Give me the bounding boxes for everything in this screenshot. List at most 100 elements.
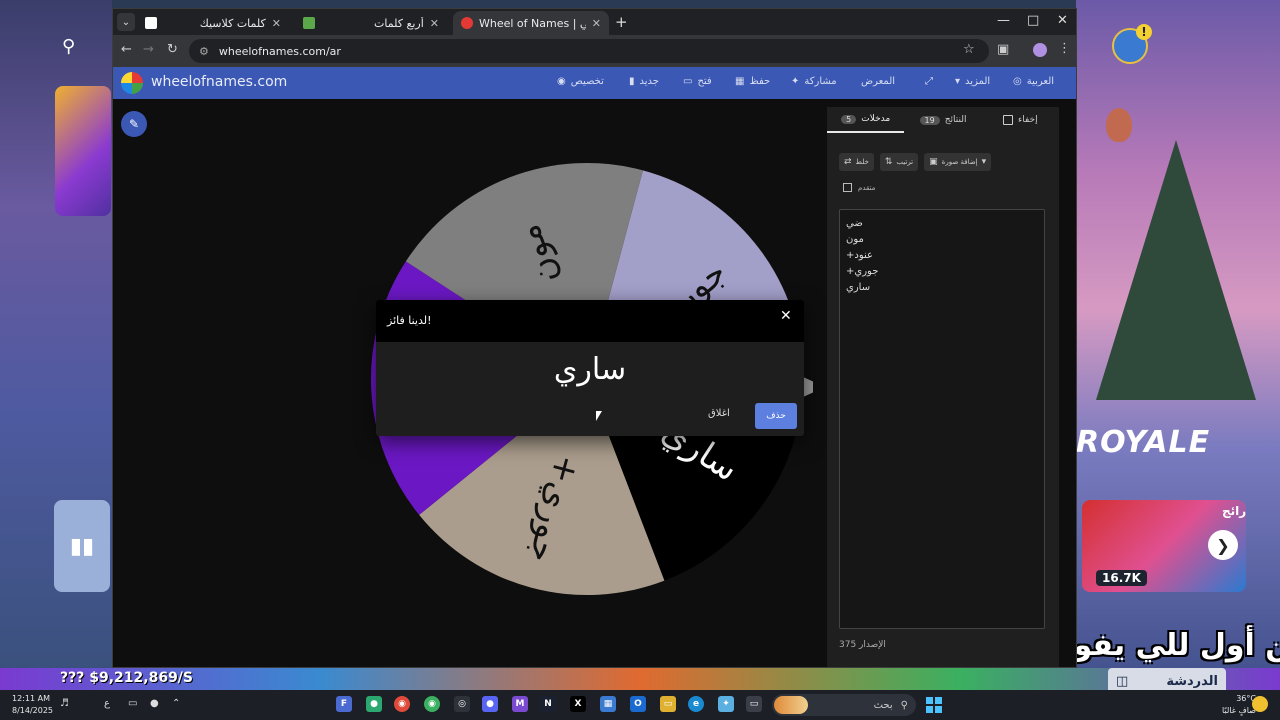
menu-customize[interactable]: ◉ تخصيص	[557, 76, 604, 87]
tab-results[interactable]: 19 النتائج	[904, 107, 981, 133]
app-header: wheelofnames.com ◉ تخصيص ▮ جديد ▭ فتح ▦ …	[113, 67, 1076, 99]
chat-icon: ◫	[1116, 673, 1129, 689]
tab-title: كلمات كلاسيك	[199, 16, 266, 30]
language-indicator[interactable]: ع	[104, 698, 110, 709]
profile-avatar[interactable]	[1033, 43, 1047, 57]
tab-entries[interactable]: 5 مدخلات	[827, 107, 905, 133]
entries-controls: ⇄ خلط ⇅ ترتيب ▣ إضافة صورة ▾	[839, 153, 992, 171]
tab-hide[interactable]: إخفاء	[982, 107, 1059, 133]
back-icon[interactable]: ←	[121, 42, 132, 57]
screen: ⚲ ▮▮ ROYALE رائج 16.7K ❯ ! ??? $9,212,86…	[0, 0, 1280, 720]
tree-graphic	[1096, 140, 1256, 400]
search-icon[interactable]: ⚲	[62, 36, 75, 57]
folder-icon: ▭	[683, 76, 693, 87]
menu-more[interactable]: ▾ المزيد	[955, 76, 990, 87]
chrome-icon[interactable]: ◉	[394, 696, 410, 712]
logo-icon[interactable]	[121, 72, 143, 94]
close-icon[interactable]: ✕	[272, 17, 281, 30]
url-text: wheelofnames.com/ar	[218, 44, 341, 58]
bookmark-star-icon[interactable]: ☆	[963, 42, 975, 57]
weather-temp: 36°C	[1236, 694, 1256, 703]
image-icon: ▣	[929, 157, 938, 167]
obs-icon[interactable]: ◎	[454, 696, 470, 712]
maximize-icon[interactable]: □	[1027, 13, 1039, 28]
copilot-icon[interactable]: ✦	[718, 696, 734, 712]
save-icon: ▦	[735, 76, 745, 87]
balloon-icon	[1106, 108, 1132, 142]
tab-wheel-of-names[interactable]: Wheel of Names | مسم العشوائي ✕	[453, 11, 609, 35]
mic-icon[interactable]: ●	[150, 698, 159, 709]
file-icon: ▮	[629, 76, 635, 87]
winner-name: ساري	[553, 352, 627, 387]
tab-four-words[interactable]: أربع كلمات ✕	[295, 11, 447, 35]
extensions-icon[interactable]: ▣	[997, 42, 1009, 57]
close-icon[interactable]: ✕	[592, 17, 601, 30]
weather-sun-icon	[1252, 696, 1268, 712]
promo-count: 16.7K	[1096, 570, 1147, 586]
outlook-icon[interactable]: O	[630, 696, 646, 712]
reload-icon[interactable]: ↻	[167, 42, 178, 57]
caret-down-icon: ▾	[981, 157, 987, 167]
x-icon[interactable]: X	[570, 696, 586, 712]
menu-open[interactable]: ▭ فتح	[683, 76, 712, 87]
menu-new[interactable]: ▮ جديد	[629, 76, 659, 87]
library-icon[interactable]: ▮▮	[54, 500, 110, 592]
ticker-text: ??? $9,212,869/S	[60, 670, 193, 686]
volume-icon[interactable]: ♬	[60, 698, 69, 709]
logo-text[interactable]: wheelofnames.com	[151, 74, 287, 90]
dialog-title: لدينا فائز!	[387, 314, 432, 327]
clock-date: 8/14/2025	[12, 706, 54, 715]
hide-checkbox[interactable]	[1003, 115, 1014, 125]
tab-search-icon[interactable]: ⌄	[117, 13, 135, 31]
close-icon[interactable]: ✕	[780, 308, 792, 324]
close-icon[interactable]: ✕	[430, 17, 439, 30]
news-icon[interactable]: N	[540, 696, 556, 712]
windows-start-icon[interactable]	[926, 697, 942, 713]
wheel-pointer	[803, 377, 813, 397]
chevron-right-icon[interactable]: ❯	[1208, 530, 1238, 560]
sort-button[interactable]: ⇅ ترتيب	[879, 153, 919, 171]
file-explorer-icon[interactable]: ▭	[660, 696, 676, 712]
version-label: الإصدار 375	[839, 640, 886, 650]
add-image-button[interactable]: ▣ إضافة صورة ▾	[924, 153, 992, 171]
minimize-icon[interactable]: —	[997, 13, 1010, 28]
task-view-icon[interactable]: ▭	[746, 696, 762, 712]
palette-icon: ◉	[557, 76, 566, 87]
app-icon-messenger[interactable]: ●	[366, 696, 382, 712]
taskbar-search[interactable]: بحث ⚲	[772, 694, 916, 716]
display-icon[interactable]: ▭	[128, 698, 137, 709]
advanced-checkbox[interactable]	[843, 183, 852, 192]
new-tab-icon[interactable]: +	[615, 13, 628, 31]
tray-chevron-icon[interactable]: ⌃	[172, 698, 180, 709]
remove-button[interactable]: حذف	[755, 403, 797, 429]
menu-share[interactable]: ✦ مشاركة	[791, 76, 837, 87]
tab-classic-words[interactable]: كلمات كلاسيك ✕	[137, 11, 289, 35]
entries-textarea[interactable]: ضي مون +عنود +جوري ساري	[839, 209, 1045, 629]
edge-icon[interactable]: e	[688, 696, 704, 712]
window-close-icon[interactable]: ✕	[1057, 13, 1068, 28]
menu-kebab-icon[interactable]: ⋮	[1058, 41, 1071, 56]
taskbar: 12:11 AM 8/14/2025 ♬ ع ▭ ● ⌃ F ● ◉ ◉ ◎ ●…	[0, 690, 1280, 720]
dialog-header: لدينا فائز! ✕	[376, 300, 804, 342]
chrome-profile-icon[interactable]: ◉	[424, 696, 440, 712]
game-thumbnail[interactable]	[55, 86, 111, 216]
sort-icon: ⇅	[884, 157, 893, 167]
menu-save[interactable]: ▦ حفظ	[735, 76, 770, 87]
clock-time: 12:11 AM	[12, 694, 50, 703]
app-icon-f[interactable]: F	[336, 696, 352, 712]
fullscreen-icon[interactable]: ⤢	[925, 76, 933, 87]
clock[interactable]: 12:11 AM 8/14/2025	[12, 693, 53, 717]
discord-icon[interactable]: ●	[482, 696, 498, 712]
forward-icon[interactable]: →	[143, 42, 154, 57]
m365-icon[interactable]: M	[512, 696, 528, 712]
advanced-toggle[interactable]: متقدم	[843, 183, 875, 192]
close-button[interactable]: اغلاق	[708, 408, 730, 419]
web-page: wheelofnames.com ◉ تخصيص ▮ جديد ▭ فتح ▦ …	[113, 67, 1076, 667]
shuffle-button[interactable]: ⇄ خلط	[839, 153, 874, 171]
menu-language[interactable]: ◎ العربية	[1013, 76, 1054, 87]
weather-widget[interactable]: 36°C صافٍ غالبًا	[1222, 693, 1256, 717]
address-bar[interactable]: ⚙ wheelofnames.com/ar	[189, 39, 989, 63]
menu-gallery[interactable]: المعرض	[861, 76, 895, 87]
site-info-icon[interactable]: ⚙	[199, 45, 209, 58]
store-icon[interactable]: ▦	[600, 696, 616, 712]
